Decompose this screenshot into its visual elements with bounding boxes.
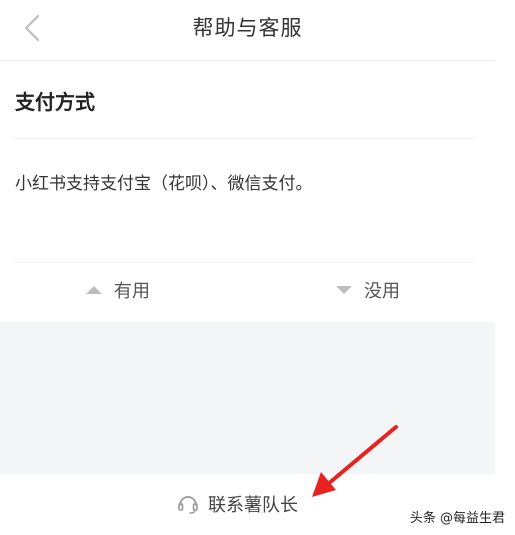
useless-label: 没用 [364, 281, 400, 302]
divider [14, 138, 474, 139]
contact-support-button[interactable]: 联系薯队长 [176, 490, 298, 518]
article-title: 支付方式 [15, 90, 95, 114]
help-screen: 帮助与客服 支付方式 小红书支持支付宝（花呗）、微信支付。 有用 没用 联系薯队… [0, 0, 515, 535]
useful-label: 有用 [114, 281, 150, 302]
spacer-band [0, 322, 495, 474]
top-bar: 帮助与客服 [0, 0, 495, 61]
thumb-up-triangle-icon [86, 286, 102, 294]
page-title: 帮助与客服 [192, 16, 303, 40]
article-body: 小红书支持支付宝（花呗）、微信支付。 [15, 174, 313, 194]
headset-icon [178, 496, 198, 514]
useless-button[interactable]: 没用 [336, 276, 400, 304]
thumb-down-triangle-icon [336, 286, 352, 294]
divider [14, 262, 474, 263]
contact-label: 联系薯队长 [208, 495, 298, 516]
watermark: 头条 @每益生君 [409, 511, 505, 526]
useful-button[interactable]: 有用 [86, 276, 150, 304]
